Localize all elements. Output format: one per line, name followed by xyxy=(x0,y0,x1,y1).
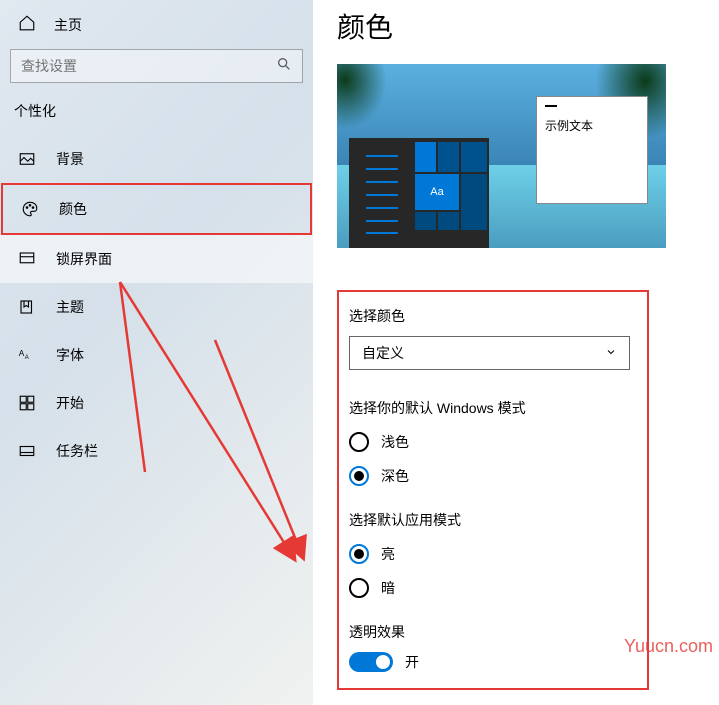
radio-label: 深色 xyxy=(381,466,409,486)
sidebar-item-start[interactable]: 开始 xyxy=(0,379,313,427)
sidebar-item-background[interactable]: 背景 xyxy=(0,135,313,183)
home-link[interactable]: 主页 xyxy=(0,0,313,49)
lockscreen-icon xyxy=(18,250,36,268)
fonts-icon: AA xyxy=(18,346,36,364)
dropdown-value: 自定义 xyxy=(362,343,404,363)
theme-preview: Aa 示例文本 xyxy=(337,64,666,248)
search-input[interactable] xyxy=(10,49,303,83)
app-mode-group: 选择默认应用模式 亮 暗 xyxy=(349,510,637,598)
search-icon xyxy=(276,56,292,77)
toggle-state: 开 xyxy=(405,652,419,672)
radio-icon xyxy=(349,432,369,452)
sidebar-item-label: 字体 xyxy=(56,345,84,365)
radio-icon xyxy=(349,466,369,486)
start-icon xyxy=(18,394,36,412)
main-content: 颜色 Aa 示例文本 选择颜色 自定义 选择你的默认 Windows 模式 xyxy=(337,0,719,690)
radio-icon xyxy=(349,578,369,598)
app-mode-dark[interactable]: 暗 xyxy=(349,578,637,598)
settings-panel: 选择颜色 自定义 选择你的默认 Windows 模式 浅色 深色 选择默认应用模… xyxy=(337,290,649,690)
transparency-label: 透明效果 xyxy=(349,622,637,642)
windows-mode-label: 选择你的默认 Windows 模式 xyxy=(349,398,637,418)
radio-label: 亮 xyxy=(381,544,395,564)
picture-icon xyxy=(18,150,36,168)
radio-icon xyxy=(349,544,369,564)
app-mode-label: 选择默认应用模式 xyxy=(349,510,637,530)
windows-mode-dark[interactable]: 深色 xyxy=(349,466,637,486)
sidebar-item-label: 锁屏界面 xyxy=(56,249,112,269)
preview-window-text: 示例文本 xyxy=(545,117,639,134)
transparency-toggle[interactable] xyxy=(349,652,393,672)
sidebar-item-lockscreen[interactable]: 锁屏界面 xyxy=(0,235,313,283)
sidebar-item-label: 主题 xyxy=(56,297,84,317)
transparency-toggle-row: 开 xyxy=(349,652,637,672)
sidebar-item-label: 任务栏 xyxy=(56,441,98,461)
svg-text:A: A xyxy=(25,355,29,361)
svg-text:A: A xyxy=(19,349,25,358)
windows-mode-group: 选择你的默认 Windows 模式 浅色 深色 xyxy=(349,398,637,486)
page-title: 颜色 xyxy=(337,0,719,64)
sidebar: 主页 个性化 背景 颜色 锁屏界面 主题 AA xyxy=(0,0,313,705)
sidebar-item-colors[interactable]: 颜色 xyxy=(1,183,312,235)
sidebar-item-label: 背景 xyxy=(56,149,84,169)
sidebar-item-fonts[interactable]: AA 字体 xyxy=(0,331,313,379)
app-mode-light[interactable]: 亮 xyxy=(349,544,637,564)
windows-mode-light[interactable]: 浅色 xyxy=(349,432,637,452)
watermark: Yuucn.com xyxy=(624,636,713,657)
home-icon xyxy=(18,14,36,35)
select-color-label: 选择颜色 xyxy=(349,306,637,326)
palette-icon xyxy=(21,200,39,218)
home-label: 主页 xyxy=(54,15,82,35)
radio-label: 暗 xyxy=(381,578,395,598)
radio-label: 浅色 xyxy=(381,432,409,452)
sidebar-item-themes[interactable]: 主题 xyxy=(0,283,313,331)
section-label: 个性化 xyxy=(0,101,313,135)
themes-icon xyxy=(18,298,36,316)
taskbar-icon xyxy=(18,442,36,460)
sidebar-item-label: 开始 xyxy=(56,393,84,413)
tile-label: Aa xyxy=(415,174,459,210)
chevron-down-icon xyxy=(605,345,617,361)
sidebar-item-label: 颜色 xyxy=(59,199,87,219)
search-field[interactable] xyxy=(21,58,276,74)
sidebar-item-taskbar[interactable]: 任务栏 xyxy=(0,427,313,475)
color-mode-dropdown[interactable]: 自定义 xyxy=(349,336,630,370)
